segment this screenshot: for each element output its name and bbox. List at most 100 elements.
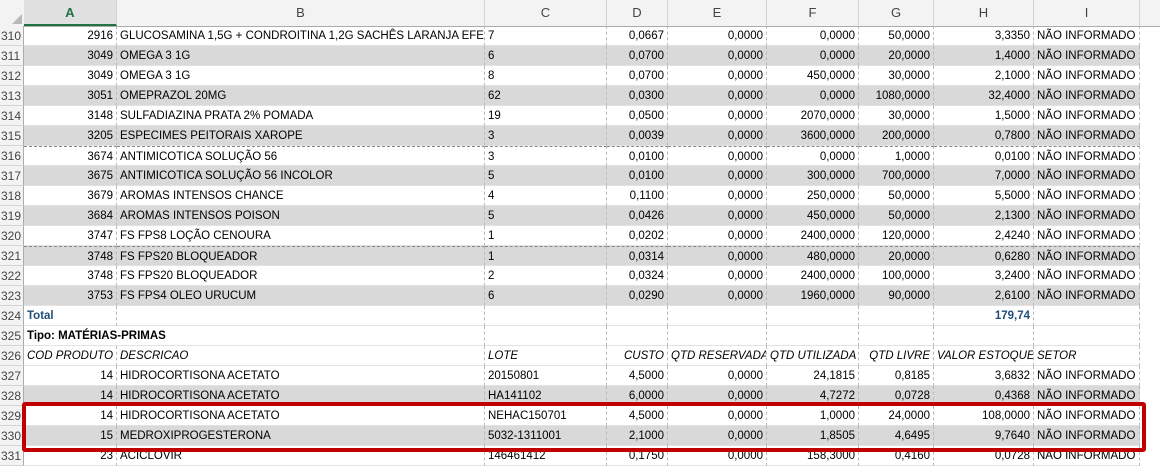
row-number[interactable]: 324: [0, 306, 24, 326]
cell-f324[interactable]: [767, 306, 859, 326]
cell-e330[interactable]: 0,0000: [668, 426, 767, 446]
cell-e310[interactable]: 0,0000: [668, 26, 767, 46]
cell-b320[interactable]: FS FPS8 LOÇÃO CENOURA: [117, 226, 485, 246]
cell-i314[interactable]: NÃO INFORMADO: [1034, 106, 1140, 126]
cell-d314[interactable]: 0,0500: [607, 106, 668, 126]
cell-f329[interactable]: 1,0000: [767, 406, 859, 426]
cell-c312[interactable]: 8: [485, 66, 607, 86]
cell-c323[interactable]: 6: [485, 286, 607, 306]
cell-b313[interactable]: OMEPRAZOL 20MG: [117, 86, 485, 106]
cell-i316[interactable]: NÃO INFORMADO: [1034, 146, 1140, 166]
cell-h312[interactable]: 2,1000: [934, 66, 1034, 86]
cell-g311[interactable]: 20,0000: [859, 46, 934, 66]
cell-i313[interactable]: NÃO INFORMADO: [1034, 86, 1140, 106]
cell-c314[interactable]: 19: [485, 106, 607, 126]
cell-a326[interactable]: COD PRODUTO: [24, 346, 117, 366]
cell-g310[interactable]: 50,0000: [859, 26, 934, 46]
row-number[interactable]: 325: [0, 326, 24, 346]
cell-c310[interactable]: 7: [485, 26, 607, 46]
cell-g317[interactable]: 700,0000: [859, 166, 934, 186]
cell-g327[interactable]: 0,8185: [859, 366, 934, 386]
cell-d321[interactable]: 0,0314: [607, 246, 668, 266]
cell-e322[interactable]: 0,0000: [668, 266, 767, 286]
cell-a319[interactable]: 3684: [24, 206, 117, 226]
cell-e325[interactable]: [668, 326, 767, 346]
cell-g313[interactable]: 1080,0000: [859, 86, 934, 106]
cell-d313[interactable]: 0,0300: [607, 86, 668, 106]
cell-b319[interactable]: AROMAS INTENSOS POISON: [117, 206, 485, 226]
cell-c313[interactable]: 62: [485, 86, 607, 106]
cell-e317[interactable]: 0,0000: [668, 166, 767, 186]
cell-d315[interactable]: 0,0039: [607, 126, 668, 146]
row-number[interactable]: 316: [0, 146, 24, 166]
cell-h322[interactable]: 3,2400: [934, 266, 1034, 286]
cell-i321[interactable]: NÃO INFORMADO: [1034, 246, 1140, 266]
cell-h328[interactable]: 0,4368: [934, 386, 1034, 406]
cell-i323[interactable]: NÃO INFORMADO: [1034, 286, 1140, 306]
cell-f326[interactable]: QTD UTILIZADA: [767, 346, 859, 366]
cell-a328[interactable]: 14: [24, 386, 117, 406]
cell-b326[interactable]: DESCRICAO: [117, 346, 485, 366]
select-all-button[interactable]: [0, 0, 25, 26]
column-header-g[interactable]: G: [859, 0, 934, 26]
row-number[interactable]: 329: [0, 406, 24, 426]
cell-d324[interactable]: [607, 306, 668, 326]
cell-f320[interactable]: 2400,0000: [767, 226, 859, 246]
cell-f311[interactable]: 0,0000: [767, 46, 859, 66]
cell-e324[interactable]: [668, 306, 767, 326]
cell-b323[interactable]: FS FPS4 OLEO URUCUM: [117, 286, 485, 306]
row-number[interactable]: 330: [0, 426, 24, 446]
cell-h313[interactable]: 32,4000: [934, 86, 1034, 106]
cell-b330[interactable]: MEDROXIPROGESTERONA: [117, 426, 485, 446]
column-header-a[interactable]: A: [24, 0, 117, 26]
row-number[interactable]: 327: [0, 366, 24, 386]
cell-d310[interactable]: 0,0667: [607, 26, 668, 46]
cell-c311[interactable]: 6: [485, 46, 607, 66]
cell-h318[interactable]: 5,5000: [934, 186, 1034, 206]
cell-a316[interactable]: 3674: [24, 146, 117, 166]
cell-e331[interactable]: 0,0000: [668, 446, 767, 466]
cell-h317[interactable]: 7,0000: [934, 166, 1034, 186]
cell-h315[interactable]: 0,7800: [934, 126, 1034, 146]
cell-e327[interactable]: 0,0000: [668, 366, 767, 386]
row-number[interactable]: 315: [0, 126, 24, 146]
cell-c316[interactable]: 3: [485, 146, 607, 166]
row-number[interactable]: 310: [0, 26, 24, 46]
cell-a329[interactable]: 14: [24, 406, 117, 426]
cell-d316[interactable]: 0,0100: [607, 146, 668, 166]
cell-f331[interactable]: 158,3000: [767, 446, 859, 466]
cell-i318[interactable]: NÃO INFORMADO: [1034, 186, 1140, 206]
cell-f310[interactable]: 0,0000: [767, 26, 859, 46]
cell-f316[interactable]: 0,0000: [767, 146, 859, 166]
cell-c322[interactable]: 2: [485, 266, 607, 286]
cell-d328[interactable]: 6,0000: [607, 386, 668, 406]
cell-h324[interactable]: 179,74: [934, 306, 1034, 326]
cell-f328[interactable]: 4,7272: [767, 386, 859, 406]
cell-c326[interactable]: LOTE: [485, 346, 607, 366]
cell-h323[interactable]: 2,6100: [934, 286, 1034, 306]
cell-f315[interactable]: 3600,0000: [767, 126, 859, 146]
cell-a321[interactable]: 3748: [24, 246, 117, 266]
cell-c319[interactable]: 5: [485, 206, 607, 226]
cell-h326[interactable]: VALOR ESTOQUE: [934, 346, 1034, 366]
cell-d323[interactable]: 0,0290: [607, 286, 668, 306]
cell-b318[interactable]: AROMAS INTENSOS CHANCE: [117, 186, 485, 206]
cell-c328[interactable]: HA141102: [485, 386, 607, 406]
cell-a327[interactable]: 14: [24, 366, 117, 386]
cell-b311[interactable]: OMEGA 3 1G: [117, 46, 485, 66]
cell-e312[interactable]: 0,0000: [668, 66, 767, 86]
cell-i322[interactable]: NÃO INFORMADO: [1034, 266, 1140, 286]
cell-d318[interactable]: 0,1100: [607, 186, 668, 206]
cell-e329[interactable]: 0,0000: [668, 406, 767, 426]
cell-b314[interactable]: SULFADIAZINA PRATA 2% POMADA: [117, 106, 485, 126]
cell-b324[interactable]: [117, 306, 485, 326]
cell-e323[interactable]: 0,0000: [668, 286, 767, 306]
cell-d330[interactable]: 2,1000: [607, 426, 668, 446]
row-number[interactable]: 320: [0, 226, 24, 246]
cell-a322[interactable]: 3748: [24, 266, 117, 286]
cell-d312[interactable]: 0,0700: [607, 66, 668, 86]
cell-d326[interactable]: CUSTO: [607, 346, 668, 366]
cell-h319[interactable]: 2,1300: [934, 206, 1034, 226]
column-header-c[interactable]: C: [485, 0, 607, 26]
column-header-i[interactable]: I: [1034, 0, 1140, 26]
